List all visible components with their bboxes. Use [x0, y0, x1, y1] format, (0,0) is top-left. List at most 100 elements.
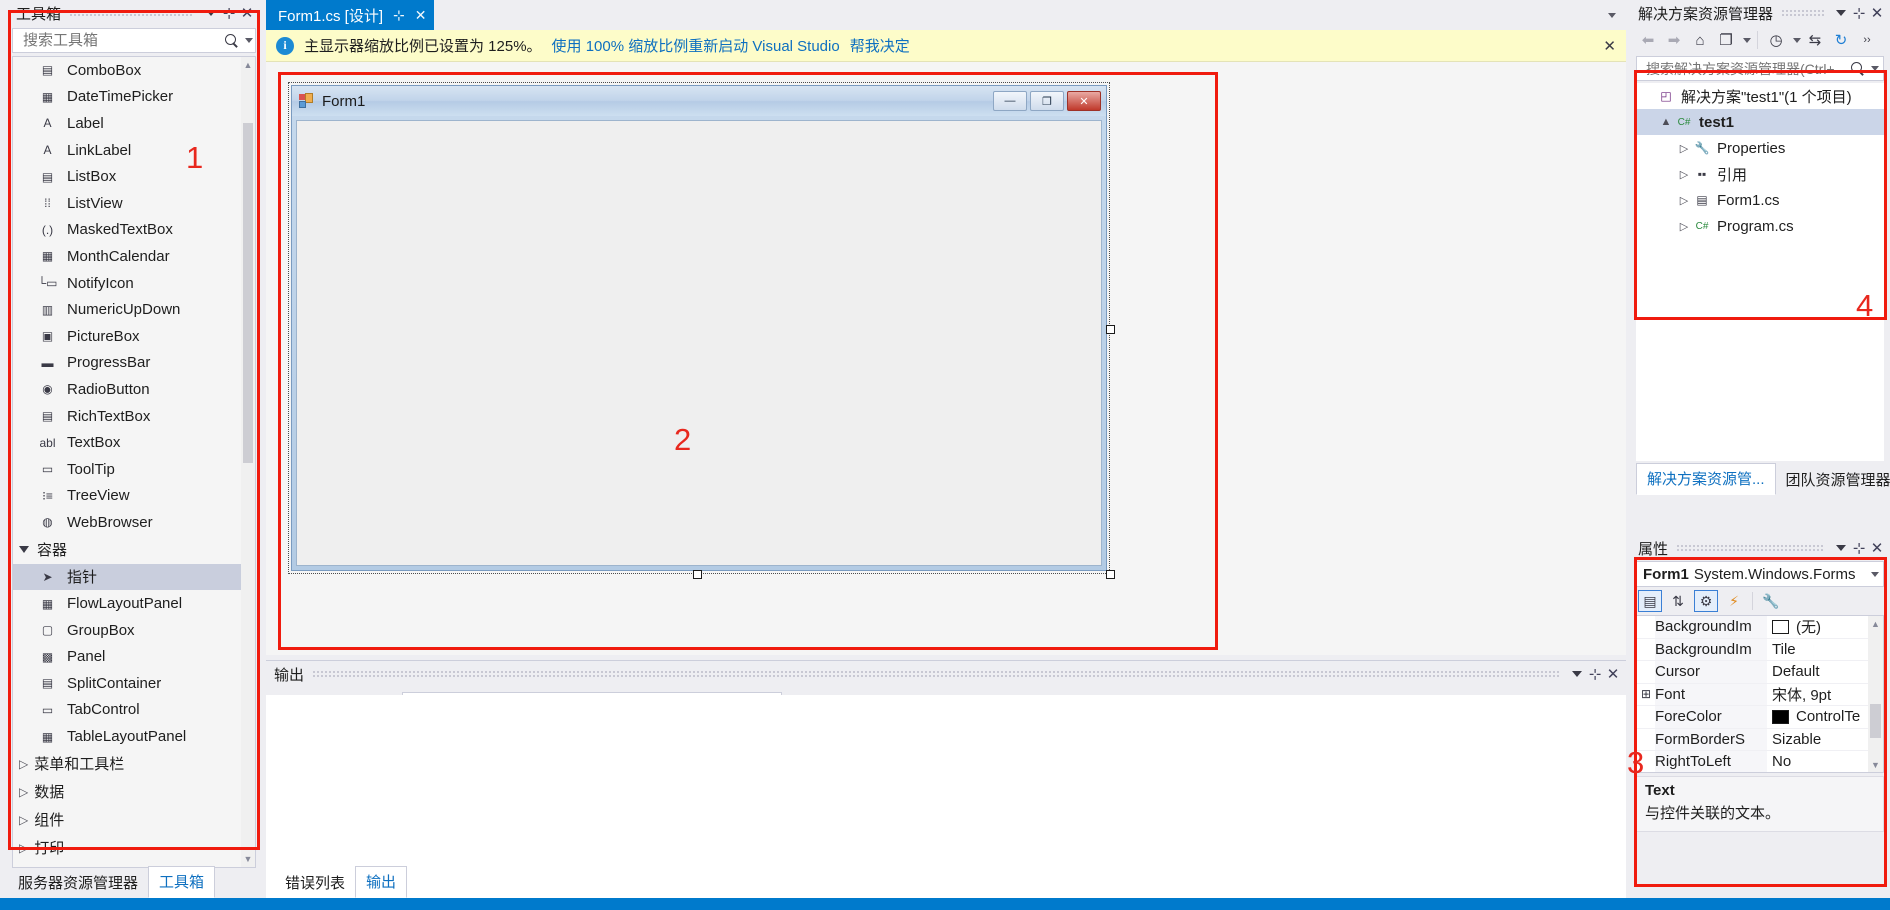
chevron-down-icon[interactable] [1871, 571, 1879, 577]
properties-grid[interactable]: BackgroundIm (无) BackgroundIm Tile Cursor Def… [1636, 615, 1884, 773]
toolbox-item-tablelayoutpanel[interactable]: ▦ TableLayoutPanel [13, 723, 255, 750]
expander-icon[interactable]: ▷ [1676, 194, 1692, 207]
property-value-cell[interactable]: ControlTe [1767, 708, 1883, 725]
toolbox-dropdown-icon[interactable] [202, 3, 220, 23]
left-tab-0[interactable]: 服务器资源管理器 [8, 868, 148, 898]
toolbox-item-splitcontainer[interactable]: ▤ SplitContainer [13, 670, 255, 697]
properties-scrollbar[interactable]: ▲ ▼ [1868, 616, 1883, 772]
close-button[interactable]: ✕ [1067, 91, 1101, 111]
toolbox-item-progressbar[interactable]: ▬ ProgressBar [13, 350, 255, 377]
solution-tree-item[interactable]: ▷ 🔧 Properties [1636, 135, 1884, 161]
toolbox-item-tooltip[interactable]: ▭ ToolTip [13, 456, 255, 483]
properties-object-selector[interactable]: Form1 System.Windows.Forms [1636, 561, 1884, 587]
chevron-down-icon[interactable] [1793, 37, 1801, 43]
output-drag-handle[interactable] [312, 670, 1560, 678]
properties-drag-handle[interactable] [1676, 544, 1824, 552]
solution-tree-item[interactable]: ▷ ▤ Form1.cs [1636, 187, 1884, 213]
properties-icon[interactable]: ⚙ [1694, 590, 1718, 612]
solution-explorer-tab-1[interactable]: 团队资源管理器 [1776, 465, 1890, 495]
tab-overflow-chevron-icon[interactable] [1608, 12, 1616, 18]
output-dropdown-icon[interactable] [1568, 664, 1586, 684]
resize-handle-right[interactable] [1106, 325, 1115, 334]
toolbox-item-treeview[interactable]: ⁝≡ TreeView [13, 483, 255, 510]
alphabetical-icon[interactable]: ⇅ [1666, 590, 1690, 612]
chevron-down-icon[interactable] [245, 38, 253, 43]
properties-pin-icon[interactable]: ⊹ [1850, 538, 1868, 558]
property-value-cell[interactable]: Default [1767, 663, 1883, 680]
left-tab-1[interactable]: 工具箱 [148, 866, 216, 898]
toolbox-item-maskedtextbox[interactable]: (.) MaskedTextBox [13, 217, 255, 244]
refresh-icon[interactable]: ↻ [1829, 29, 1853, 51]
infobar-close-icon[interactable]: ✕ [1603, 37, 1616, 55]
categorized-icon[interactable]: ▤ [1638, 590, 1662, 612]
minimize-button[interactable]: — [993, 91, 1027, 111]
toolbox-item-notifyicon[interactable]: └▭ NotifyIcon [13, 270, 255, 297]
toolbox-group-collapsed[interactable]: ▷ 菜单和工具栏 [13, 750, 255, 778]
events-icon[interactable]: ⚡ [1722, 590, 1746, 612]
solution-explorer-pin-icon[interactable]: ⊹ [1850, 3, 1868, 23]
toolbox-item-picturebox[interactable]: ▣ PictureBox [13, 323, 255, 350]
solution-explorer-search-box[interactable] [1636, 56, 1884, 81]
toolbox-item-panel[interactable]: ▩ Panel [13, 643, 255, 670]
scroll-down-icon[interactable]: ▼ [241, 851, 255, 867]
form-design-selection[interactable]: Form1 — ❐ ✕ [288, 82, 1115, 579]
toolbox-item-numericupdown[interactable]: ▥ NumericUpDown [13, 296, 255, 323]
toolbox-item-tabcontrol[interactable]: ▭ TabControl [13, 697, 255, 724]
property-value-cell[interactable]: (无) [1767, 616, 1883, 637]
toolbox-item-listview[interactable]: ⁞⁞ ListView [13, 190, 255, 217]
toolbox-item-groupbox[interactable]: ▢ GroupBox [13, 617, 255, 644]
property-row[interactable]: Cursor Default [1637, 661, 1883, 684]
show-all-files-icon[interactable]: ❐ [1714, 29, 1738, 51]
toolbox-close-icon[interactable]: ✕ [238, 3, 256, 23]
pin-icon[interactable]: ⊹ [393, 7, 405, 24]
toolbox-item-datetimepicker[interactable]: ▦ DateTimePicker [13, 84, 255, 111]
expander-icon[interactable]: ⊞ [1637, 687, 1655, 701]
output-close-icon[interactable]: ✕ [1604, 664, 1622, 684]
toolbox-item-radiobutton[interactable]: ◉ RadioButton [13, 376, 255, 403]
property-value-cell[interactable]: No [1767, 753, 1883, 770]
property-row[interactable]: RightToLeft No [1637, 751, 1883, 772]
property-row[interactable]: BackgroundIm (无) [1637, 616, 1883, 639]
properties-close-icon[interactable]: ✕ [1868, 538, 1886, 558]
toolbox-item-listbox[interactable]: ▤ ListBox [13, 163, 255, 190]
chevron-down-icon[interactable] [1743, 37, 1751, 43]
property-value-cell[interactable]: 宋体, 9pt [1767, 684, 1883, 705]
expander-icon[interactable]: ▲ [1658, 116, 1674, 128]
toolbox-drag-handle[interactable] [69, 9, 194, 17]
form1-window-preview[interactable]: Form1 — ❐ ✕ [291, 85, 1107, 571]
center-tab-1[interactable]: 输出 [355, 866, 408, 898]
expander-icon[interactable]: ▷ [1676, 142, 1692, 155]
solution-explorer-tree[interactable]: ◰ 解决方案"test1"(1 个项目) ▲ C# test1 ▷ 🔧 Properties ▷… [1636, 83, 1884, 271]
scroll-down-icon[interactable]: ▼ [1868, 757, 1883, 772]
scrollbar-thumb[interactable] [243, 123, 253, 463]
tab-form1-designer[interactable]: Form1.cs [设计] ⊹ ✕ [266, 0, 435, 30]
toolbox-item-label[interactable]: A Label [13, 110, 255, 137]
resize-handle-corner[interactable] [1106, 570, 1115, 579]
property-row[interactable]: FormBorderS Sizable [1637, 728, 1883, 751]
property-value-cell[interactable]: Sizable [1767, 731, 1883, 748]
toolbox-group-container[interactable]: 容器 [13, 536, 255, 564]
scrollbar-thumb[interactable] [1870, 704, 1881, 738]
solution-tree-item[interactable]: ▷ C# Program.cs [1636, 213, 1884, 239]
toolbox-item-flowlayoutpanel[interactable]: ▦ FlowLayoutPanel [13, 590, 255, 617]
solution-explorer-tab-0[interactable]: 解决方案资源管... [1636, 463, 1776, 495]
close-icon[interactable]: ✕ [415, 7, 427, 24]
center-tab-0[interactable]: 错误列表 [275, 868, 355, 898]
toolbox-pin-icon[interactable]: ⊹ [220, 3, 238, 23]
solution-explorer-drag-handle[interactable] [1781, 9, 1824, 17]
property-pages-icon[interactable]: 🔧 [1759, 590, 1783, 612]
toolbox-item-richtextbox[interactable]: ▤ RichTextBox [13, 403, 255, 430]
toolbox-item-monthcalendar[interactable]: ▦ MonthCalendar [13, 243, 255, 270]
toolbox-item-list[interactable]: ▤ ComboBox ▦ DateTimePicker A Label A LinkLabel… [12, 56, 256, 868]
solution-tree-item[interactable]: ▲ C# test1 [1636, 109, 1884, 135]
property-row[interactable]: ⊞ Font 宋体, 9pt [1637, 683, 1883, 706]
scroll-up-icon[interactable]: ▲ [241, 57, 255, 73]
toolbox-item-textbox[interactable]: abl TextBox [13, 429, 255, 456]
help-me-decide-link[interactable]: 帮我决定 [850, 35, 910, 56]
toolbox-search-box[interactable] [12, 28, 256, 53]
property-value-cell[interactable]: Tile [1767, 641, 1883, 658]
toolbox-group-collapsed[interactable]: ▷ 组件 [13, 806, 255, 834]
solution-explorer-search-input[interactable] [1644, 59, 1850, 78]
pending-changes-icon[interactable]: ◷ [1764, 29, 1788, 51]
solution-explorer-close-icon[interactable]: ✕ [1868, 3, 1886, 23]
